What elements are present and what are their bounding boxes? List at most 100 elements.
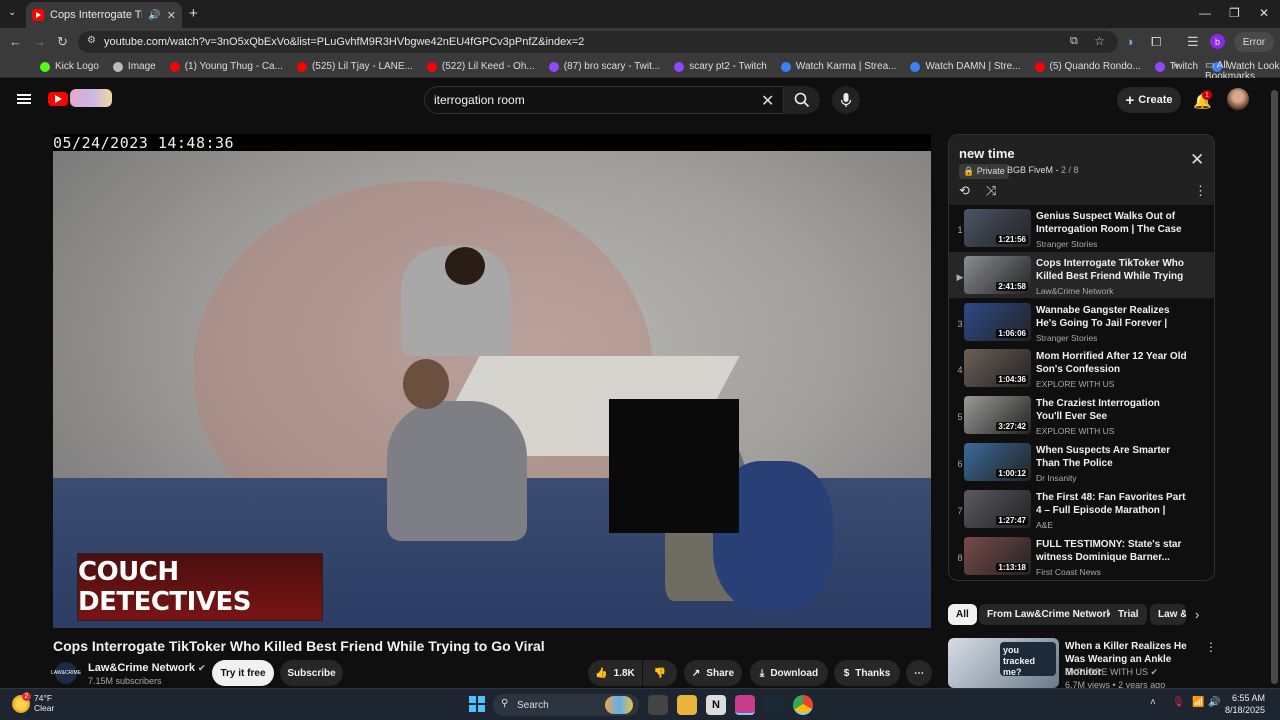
forward-icon[interactable]: → — [33, 34, 46, 49]
chrome-icon[interactable] — [793, 695, 813, 715]
youtube-logo[interactable] — [48, 92, 68, 106]
weather-info[interactable]: 74°F Clear — [34, 693, 54, 713]
bookmark-item[interactable]: Watch DAMN | Stre... — [910, 61, 1021, 72]
back-icon[interactable]: ← — [9, 34, 22, 49]
playlist-item-thumbnail[interactable]: 2:41:58 — [964, 255, 1031, 294]
playlist-item[interactable]: 8 1:13:18 FULL TESTIMONY: State's star wit… — [949, 533, 1214, 579]
share-button[interactable]: ↗ Share — [684, 660, 742, 686]
close-window-icon[interactable]: ✕ — [1259, 6, 1269, 20]
error-button[interactable]: Error — [1234, 32, 1274, 52]
search-button[interactable] — [784, 86, 820, 114]
subscribe-button[interactable]: Subscribe — [280, 660, 343, 686]
owner-name[interactable]: BGB FiveM — [1007, 165, 1053, 175]
playlist-item-thumbnail[interactable]: 3:27:42 — [964, 396, 1031, 435]
playlist-item-thumbnail[interactable]: 1:27:47 — [964, 489, 1031, 528]
bookmark-item[interactable]: (525) Lil Tjay - LANE... — [296, 61, 413, 72]
filter-chip[interactable]: Trial — [1110, 604, 1147, 625]
account-avatar[interactable] — [1227, 88, 1249, 110]
clear-search-icon[interactable]: ✕ — [761, 91, 774, 111]
sheets-app-icon[interactable] — [735, 695, 755, 715]
bookmark-item[interactable]: Watch Karma | Strea... — [780, 61, 896, 72]
recommendation-menu-icon[interactable]: ⋮ — [1205, 640, 1217, 654]
maximize-icon[interactable]: ❐ — [1229, 6, 1240, 20]
speaker-icon[interactable]: 🔊 — [148, 10, 160, 21]
bookmark-item[interactable]: (522) Lil Keed - Oh... — [426, 61, 535, 72]
playlist-item-title[interactable]: The First 48: Fan Favorites Part 4 – Ful… — [1036, 491, 1188, 517]
loop-icon[interactable]: ⟲ — [959, 183, 970, 199]
extension-icon[interactable]: ◗ — [1127, 34, 1135, 49]
page-scrollbar[interactable] — [1271, 90, 1278, 684]
task-view-icon[interactable] — [648, 695, 668, 715]
playlist-item[interactable]: 4 1:04:36 Mom Horrified After 12 Year Old … — [949, 345, 1214, 391]
playlist-title[interactable]: new time — [959, 146, 1015, 161]
playlist-item-title[interactable]: When Suspects Are Smarter Than The Polic… — [1036, 444, 1188, 470]
playlist-item-title[interactable]: Mom Horrified After 12 Year Old Son's Co… — [1036, 350, 1188, 376]
recommendation-channel[interactable]: EXPLORE WITH US ✔ — [1065, 667, 1158, 678]
playlist-item-thumbnail[interactable]: 1:13:18 — [964, 536, 1031, 575]
playlist-item[interactable]: 3 1:06:06 Wannabe Gangster Realizes He's G… — [949, 299, 1214, 345]
new-tab-icon[interactable]: + — [189, 5, 198, 22]
bookmark-item[interactable]: Image — [112, 61, 156, 72]
filter-chip[interactable]: Law & — [1150, 604, 1186, 625]
reading-list-icon[interactable]: ☰ — [1187, 34, 1199, 50]
close-playlist-icon[interactable]: ✕ — [1190, 150, 1204, 170]
filter-chip[interactable]: From Law&Crime Network — [979, 604, 1121, 625]
bookmark-star-icon[interactable]: ☆ — [1094, 34, 1105, 48]
site-info-icon[interactable]: ⚙ — [87, 35, 96, 46]
steam-icon[interactable] — [764, 695, 784, 715]
thanks-button[interactable]: $ Thanks — [834, 660, 900, 686]
playlist-item-title[interactable]: The Craziest Interrogation You'll Ever S… — [1036, 397, 1188, 423]
bookmark-item[interactable]: scary pt2 - Twitch — [674, 61, 767, 72]
bookmark-item[interactable]: Kick Logo — [40, 61, 99, 72]
playlist-menu-icon[interactable]: ⋮ — [1194, 183, 1207, 199]
playlist-item[interactable]: 5 3:27:42 The Craziest Interrogation You'l… — [949, 392, 1214, 438]
volume-icon[interactable]: 🔊 — [1208, 697, 1220, 708]
windows-start-icon[interactable] — [469, 696, 485, 712]
more-bookmarks-icon[interactable]: » — [1173, 60, 1179, 71]
bookmark-item[interactable]: (5) Quando Rondo... — [1034, 61, 1141, 72]
microphone-tray-icon[interactable]: 🎙 — [1172, 697, 1185, 708]
more-actions-button[interactable]: ⋯ — [906, 660, 932, 686]
playlist-item-thumbnail[interactable]: 1:00:12 — [964, 443, 1031, 481]
profile-avatar[interactable]: b — [1210, 34, 1225, 49]
chips-next-icon[interactable]: › — [1195, 607, 1199, 622]
playlist-item-title[interactable]: Cops Interrogate TikToker Who Killed Bes… — [1036, 257, 1188, 283]
like-button[interactable]: 👍 1.8K — [588, 660, 642, 686]
download-button[interactable]: ⤓ Download — [750, 660, 828, 686]
extensions-puzzle-icon[interactable]: ⧠ — [1151, 34, 1161, 50]
taskbar-search[interactable]: ⚲ Search — [493, 694, 639, 716]
channel-avatar[interactable]: LAW&CRIME — [51, 662, 81, 684]
tray-overflow-icon[interactable]: ˄ — [1150, 697, 1156, 708]
voice-search-button[interactable] — [832, 86, 860, 114]
search-input[interactable]: iterrogation room — [424, 86, 784, 114]
playlist-item-thumbnail[interactable]: 1:04:36 — [964, 349, 1031, 388]
url-bar[interactable]: ⚙ youtube.com/watch?v=3nO5xQbExVo&list=P… — [78, 31, 1118, 53]
playlist-item[interactable]: ▶ 2:41:58 Cops Interrogate TikToker Who Ki… — [949, 251, 1214, 298]
file-explorer-icon[interactable] — [677, 695, 697, 715]
playlist-item[interactable]: 7 1:27:47 The First 48: Fan Favorites Part… — [949, 486, 1214, 532]
playlist-item-thumbnail[interactable]: 1:06:06 — [964, 302, 1031, 341]
channel-name[interactable]: Law&Crime Network ✔ — [88, 662, 206, 674]
close-tab-icon[interactable]: ✕ — [167, 9, 176, 22]
bookmark-item[interactable]: (87) bro scary - Twit... — [548, 61, 660, 72]
filter-chip[interactable]: All — [948, 604, 977, 625]
dislike-button[interactable]: 👎 — [643, 660, 677, 686]
tab-search-icon[interactable]: ⌄ — [8, 7, 16, 18]
system-clock[interactable]: 6:55 AM 8/18/2025 — [1225, 692, 1265, 716]
playlist-item-thumbnail[interactable]: 1:21:56 — [964, 209, 1031, 247]
playlist-item[interactable]: 6 1:00:12 When Suspects Are Smarter Than T… — [949, 439, 1214, 485]
playlist-item-title[interactable]: Genius Suspect Walks Out of Interrogatio… — [1036, 210, 1188, 236]
playlist-item[interactable]: 1 1:21:56 Genius Suspect Walks Out of Inte… — [949, 205, 1214, 251]
bookmark-item[interactable]: (1) Young Thug - Ca... — [169, 61, 283, 72]
youtube-doodle[interactable] — [70, 89, 112, 107]
minimize-icon[interactable]: — — [1199, 6, 1211, 20]
reload-icon[interactable]: ↻ — [57, 34, 68, 50]
playlist-item-title[interactable]: FULL TESTIMONY: State's star witness Dom… — [1036, 538, 1188, 564]
wifi-icon[interactable]: 📶 — [1192, 697, 1204, 708]
try-it-free-button[interactable]: Try it free — [212, 660, 274, 686]
browser-tab-active[interactable]: Cops Interrogate TikToker W 🔊 ✕ — [26, 2, 182, 28]
guide-menu-icon[interactable] — [17, 94, 31, 104]
recommendation-thumbnail[interactable]: you tracked me? — [948, 638, 1059, 688]
video-player[interactable]: COUCH DETECTIVES 05/24/2023 14:48:36 — [53, 134, 931, 628]
playlist-item-title[interactable]: Wannabe Gangster Realizes He's Going To … — [1036, 304, 1188, 330]
